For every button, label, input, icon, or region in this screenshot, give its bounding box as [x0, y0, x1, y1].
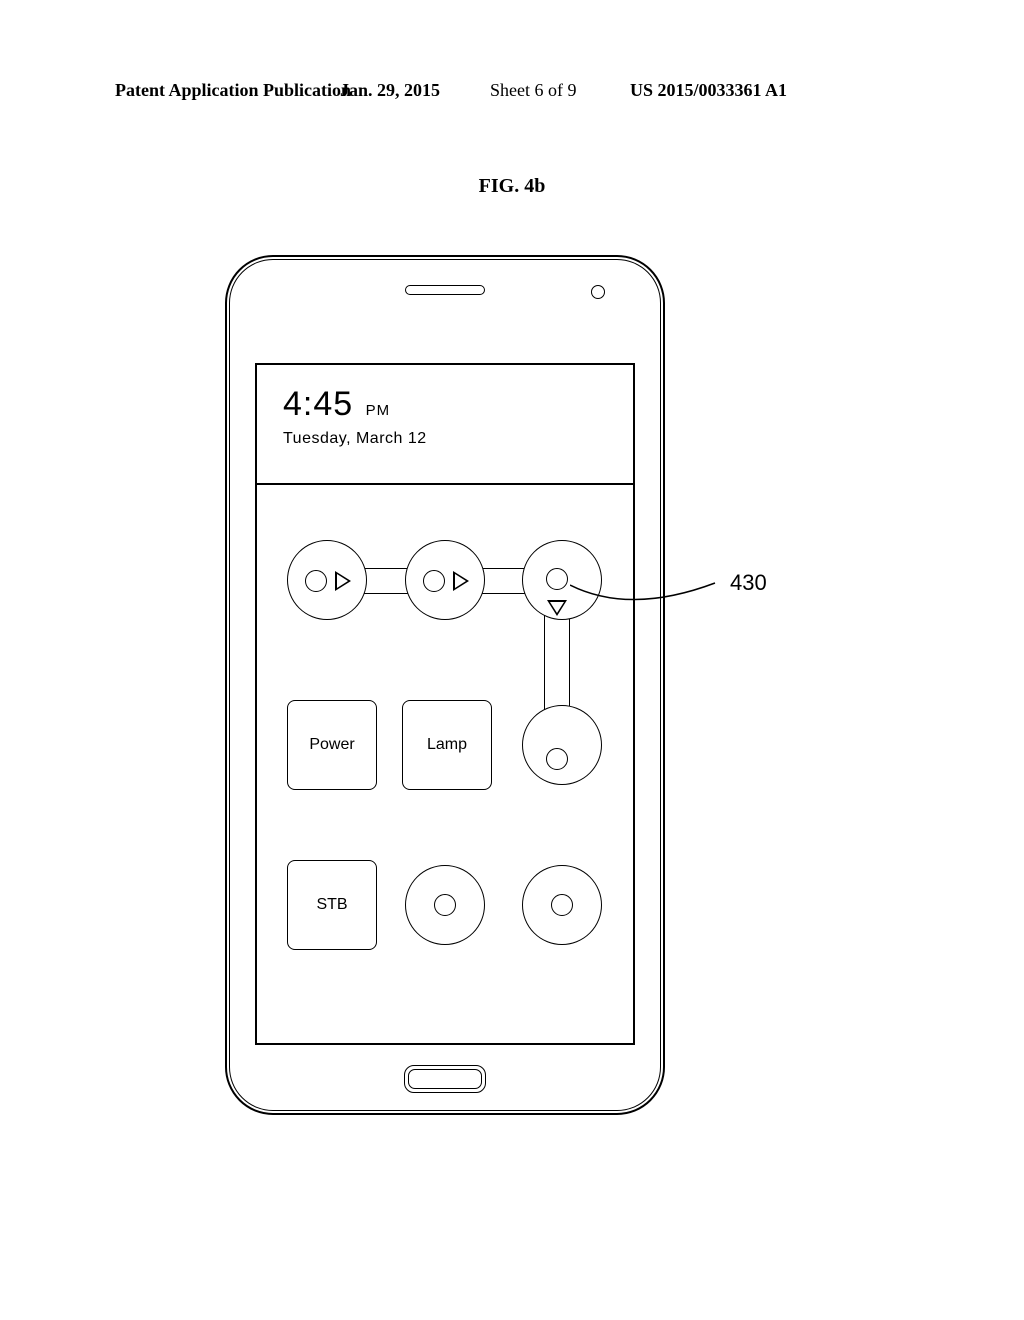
pattern-dot-9	[551, 894, 573, 916]
time-ampm: PM	[366, 402, 391, 419]
home-button-inner	[408, 1069, 482, 1089]
stb-label: STB	[316, 896, 347, 914]
pattern-dot-6	[546, 748, 568, 770]
arrow-right-icon	[453, 571, 469, 591]
figure-label: FIG. 4b	[0, 175, 1024, 198]
pattern-dot-2	[423, 570, 445, 592]
pattern-dot-3	[546, 568, 568, 590]
home-button[interactable]	[404, 1065, 486, 1093]
speaker-icon	[405, 285, 485, 295]
header-pubno: US 2015/0033361 A1	[630, 80, 787, 101]
arrow-down-icon	[547, 600, 567, 616]
power-button[interactable]: Power	[287, 700, 377, 790]
pattern-node-6[interactable]	[522, 705, 602, 785]
pattern-dot-1	[305, 570, 327, 592]
phone-device: 4:45 PM Tuesday, March 12 Power	[225, 255, 665, 1115]
stb-button[interactable]: STB	[287, 860, 377, 950]
lamp-label: Lamp	[427, 736, 467, 754]
pattern-dot-8	[434, 894, 456, 916]
clock-panel: 4:45 PM Tuesday, March 12	[257, 365, 633, 485]
pattern-node-2[interactable]	[405, 540, 485, 620]
clock-date: Tuesday, March 12	[283, 430, 607, 448]
lamp-button[interactable]: Lamp	[402, 700, 492, 790]
arrow-right-icon	[335, 571, 351, 591]
time-value: 4:45	[283, 385, 353, 423]
header-date: Jan. 29, 2015	[340, 80, 440, 101]
callout-ref-430: 430	[730, 570, 767, 596]
pattern-node-1[interactable]	[287, 540, 367, 620]
power-label: Power	[309, 736, 354, 754]
clock-time: 4:45 PM	[283, 385, 607, 424]
header-sheet: Sheet 6 of 9	[490, 80, 576, 101]
header-publication: Patent Application Publication	[115, 80, 351, 101]
callout-leader	[570, 555, 750, 625]
front-camera-icon	[591, 285, 605, 299]
screen: 4:45 PM Tuesday, March 12 Power	[255, 363, 635, 1045]
